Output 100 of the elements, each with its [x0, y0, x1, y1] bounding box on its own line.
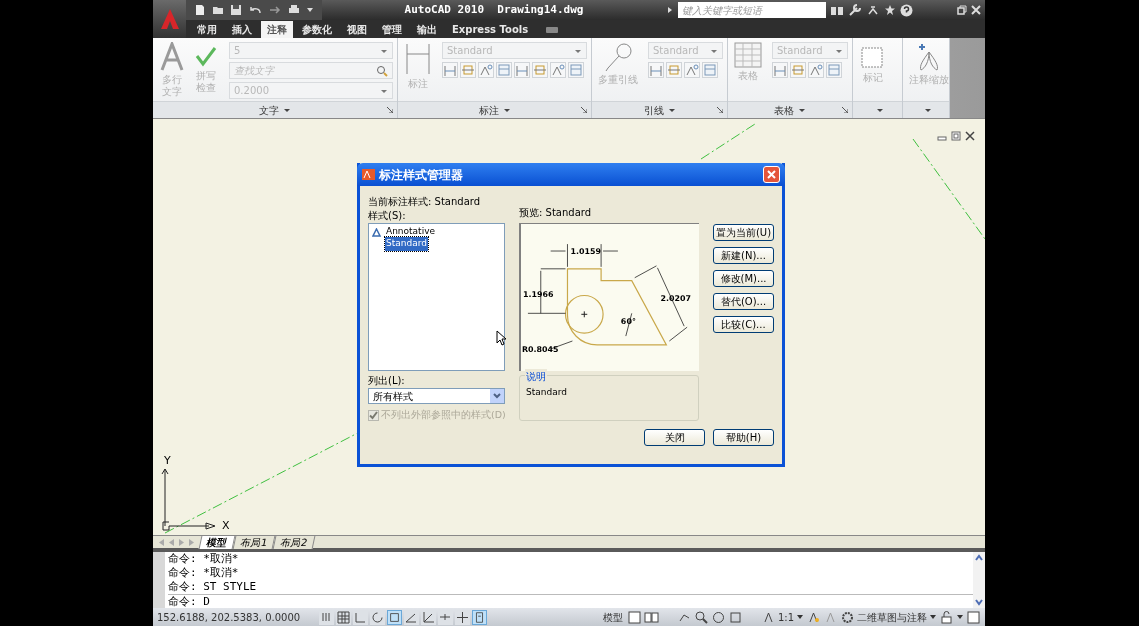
tool-icon[interactable]	[790, 62, 806, 78]
caret-icon[interactable]	[306, 6, 314, 14]
ribbon-tab[interactable]: 参数化	[296, 21, 338, 38]
tool-icon[interactable]	[702, 62, 718, 78]
workspace-button[interactable]: 二维草图与注释	[857, 609, 927, 625]
layout-icon[interactable]	[643, 609, 659, 625]
close-icon[interactable]	[965, 131, 975, 141]
layout-tab[interactable]: 布局2	[273, 535, 317, 549]
restore-icon[interactable]	[957, 5, 967, 15]
redo-icon[interactable]	[268, 4, 282, 16]
dialog-button[interactable]: 帮助(H)	[713, 429, 774, 447]
caret-icon[interactable]	[875, 106, 884, 114]
tool-icon[interactable]	[550, 62, 566, 78]
ribbon-tab[interactable]: 视图	[341, 21, 373, 38]
caret-icon[interactable]	[667, 106, 676, 114]
panel-title[interactable]: 表格	[774, 102, 794, 118]
dimension-icon	[404, 42, 432, 76]
drafting-toggle-icon[interactable]	[438, 609, 453, 625]
search-field[interactable]: 键入关键字或短语	[678, 2, 826, 18]
ribbon-tab[interactable]: 插入	[226, 21, 258, 38]
ribbon-tab[interactable]: 输出	[411, 21, 443, 38]
dialog-button[interactable]: 替代(O)...	[713, 293, 774, 310]
tool-icon[interactable]	[568, 62, 584, 78]
drafting-toggle-icon[interactable]	[472, 609, 487, 625]
panel-title[interactable]: 标注	[478, 102, 499, 118]
drafting-toggle-icon[interactable]	[421, 609, 436, 625]
mouse-cursor-icon	[496, 330, 507, 346]
drafting-toggle-icon[interactable]	[336, 609, 351, 625]
new-file-icon[interactable]	[194, 4, 206, 16]
group-title: 说明	[525, 369, 547, 384]
style-item[interactable]: Annotative	[385, 225, 436, 239]
drafting-toggle-icon[interactable]	[404, 609, 419, 625]
caret-icon[interactable]	[929, 613, 937, 621]
save-icon[interactable]	[230, 4, 242, 16]
drafting-toggle-icon[interactable]	[353, 609, 368, 625]
printer-icon[interactable]	[288, 4, 300, 16]
model-button[interactable]: 模型	[600, 609, 625, 625]
dialog-launcher-icon[interactable]	[581, 107, 587, 113]
ribbon-tab[interactable]: 常用	[191, 21, 223, 38]
drafting-toggle-icon[interactable]	[370, 609, 385, 625]
play-icon[interactable]	[666, 5, 674, 15]
styles-list[interactable]: Annotative Standard	[368, 223, 505, 371]
panel-title[interactable]: 文字	[259, 102, 279, 118]
help-icon[interactable]	[900, 3, 913, 17]
caret-icon[interactable]	[502, 106, 511, 114]
drafting-toggle-icon[interactable]	[387, 609, 402, 625]
layout-tab[interactable]: 布局1	[232, 535, 276, 549]
search-icon[interactable]	[376, 64, 388, 77]
panel-title[interactable]: 引线	[643, 102, 664, 118]
restore-icon[interactable]	[951, 131, 961, 141]
caret-icon[interactable]	[798, 106, 806, 114]
gear-icon[interactable]	[840, 609, 855, 625]
command-window-grip[interactable]	[153, 552, 165, 608]
command-history-line: 命令: ST STYLE	[168, 580, 258, 594]
dimension-label: R0.8045	[522, 344, 559, 354]
dialog-launcher-icon[interactable]	[717, 107, 723, 113]
app-menu-button[interactable]	[153, 0, 186, 38]
layout-tab[interactable]: 模型	[198, 535, 236, 549]
scale-button[interactable]: 1:1	[777, 609, 794, 625]
drafting-toggle-icon[interactable]	[319, 609, 334, 625]
leader-icon	[603, 42, 633, 72]
tool-icon[interactable]	[826, 62, 842, 78]
list-dropdown[interactable]: 所有样式	[368, 388, 505, 404]
tool-icon[interactable]	[496, 62, 512, 78]
description-text: Standard	[526, 387, 567, 397]
close-button[interactable]	[763, 166, 780, 183]
caret-icon[interactable]	[283, 106, 291, 114]
tool-icon[interactable]	[666, 62, 682, 78]
list-label: 列出(L):	[368, 374, 406, 388]
tool-icon[interactable]	[808, 62, 824, 78]
tool-icon[interactable]	[460, 62, 476, 78]
style-item[interactable]: Standard	[385, 237, 428, 251]
caret-icon[interactable]	[796, 613, 804, 621]
app-logo-icon[interactable]	[158, 7, 181, 31]
dialog-button[interactable]: 关闭	[644, 429, 705, 447]
drafting-toggle-icon[interactable]	[455, 609, 470, 625]
wrench-icon[interactable]	[848, 4, 862, 16]
app-icon	[362, 169, 375, 180]
dialog-button[interactable]: 置为当前(U)	[713, 224, 774, 241]
folder-icon[interactable]	[212, 4, 224, 16]
caret-icon[interactable]	[924, 106, 932, 114]
ribbon-tab[interactable]: 注释	[261, 21, 293, 38]
lock-icon[interactable]	[939, 609, 954, 625]
undo-icon[interactable]	[248, 4, 262, 16]
dialog-button[interactable]: 修改(M)...	[713, 270, 774, 287]
dialog-launcher-icon[interactable]	[842, 107, 848, 113]
layout-icon[interactable]	[626, 609, 642, 625]
star-icon[interactable]	[884, 4, 896, 16]
dialog-launcher-icon[interactable]	[387, 107, 393, 113]
caret-icon[interactable]	[956, 613, 964, 621]
dialog-button[interactable]: 新建(N)...	[713, 247, 774, 264]
dialog-button[interactable]: 比较(C)...	[713, 316, 774, 333]
ribbon-tab[interactable]: 管理	[376, 21, 408, 38]
zoom-icon[interactable]	[693, 609, 709, 625]
tool-icon[interactable]	[532, 62, 548, 78]
tool-icon[interactable]	[684, 62, 700, 78]
preview-label: 预览: Standard	[519, 206, 593, 220]
tool-icon[interactable]	[478, 62, 494, 78]
toggle-icon[interactable]	[545, 25, 560, 35]
ribbon-tab[interactable]: Express Tools	[446, 21, 535, 38]
